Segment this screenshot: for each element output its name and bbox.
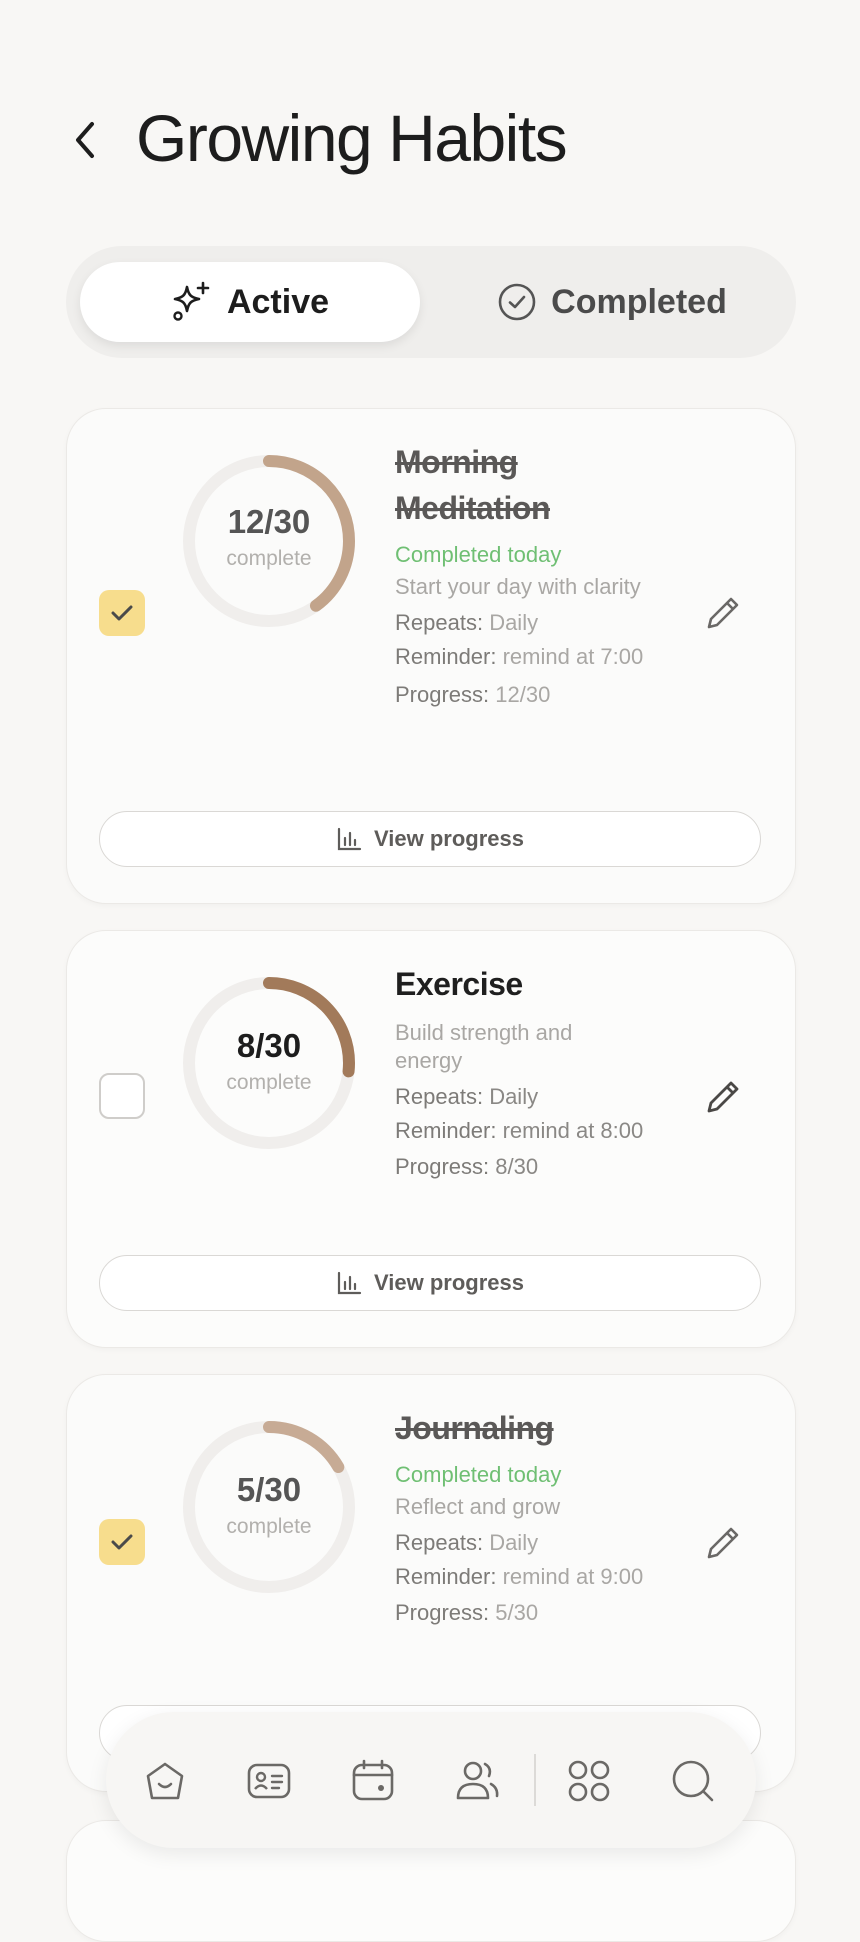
bar-chart-icon <box>337 1271 362 1295</box>
reminder-value: remind at 8:00 <box>502 1118 644 1143</box>
reminder-row: Reminder: remind at 9:00 <box>395 1563 645 1591</box>
completed-status: Completed today <box>395 542 562 567</box>
repeats-label: Repeats: <box>395 610 484 635</box>
progress-value: 12/30 <box>227 503 311 540</box>
nav-people[interactable] <box>452 1756 502 1806</box>
habit-card: 12/30 complete Morning Meditation Comple… <box>66 408 796 904</box>
habit-description: Build strength and energy <box>395 1020 573 1073</box>
tab-active-label: Active <box>226 282 330 321</box>
nav-calendar[interactable] <box>348 1756 398 1806</box>
reminder-value: remind at 7:00 <box>502 644 644 669</box>
repeats-row: Repeats: Daily <box>395 1529 645 1557</box>
calendar-icon <box>352 1759 394 1801</box>
check-icon <box>111 605 133 621</box>
sparkles-icon <box>173 281 210 321</box>
habit-title: Morning Meditation <box>395 444 550 526</box>
apps-icon <box>568 1760 610 1802</box>
completed-status: Completed today <box>395 1462 562 1487</box>
nav-home[interactable] <box>140 1756 190 1806</box>
habit-description: Start your day with clarity <box>395 574 641 599</box>
view-progress-button[interactable]: View progress <box>99 811 761 867</box>
chevron-left-icon <box>76 122 94 158</box>
repeats-value: Daily <box>489 610 539 635</box>
repeats-value: Daily <box>489 1530 539 1555</box>
back-button[interactable] <box>66 118 106 162</box>
progress-caption: complete <box>226 1515 312 1538</box>
progress-caption: complete <box>226 1071 312 1094</box>
progress-text: 8/30 <box>495 1154 539 1179</box>
habit-checkbox[interactable] <box>99 590 145 636</box>
reminder-value: remind at 9:00 <box>502 1564 644 1589</box>
progress-label: Progress: <box>395 682 490 707</box>
nav-search[interactable] <box>668 1756 718 1806</box>
edit-button[interactable] <box>701 1521 745 1565</box>
progress-label: Progress: <box>395 1154 490 1179</box>
habit-card: 8/30 complete Exercise Build strength an… <box>66 930 796 1348</box>
reminder-row: Reminder: remind at 8:00 <box>395 1117 645 1145</box>
tab-active[interactable]: Active <box>80 262 420 342</box>
repeats-value: Daily <box>489 1084 539 1109</box>
progress-text: 12/30 <box>495 682 551 707</box>
repeats-row: Repeats: Daily <box>395 609 645 637</box>
habit-checkbox[interactable] <box>99 1519 145 1565</box>
search-icon <box>672 1760 714 1802</box>
repeats-row: Repeats: Daily <box>395 1083 645 1111</box>
view-progress-label: View progress <box>374 826 524 851</box>
tab-completed[interactable]: Completed <box>442 262 782 342</box>
bar-chart-icon <box>337 827 362 851</box>
view-progress-label: View progress <box>374 1270 524 1295</box>
edit-button[interactable] <box>701 591 745 635</box>
reminder-label: Reminder: <box>395 1118 497 1143</box>
progress-text: 5/30 <box>495 1600 539 1625</box>
people-icon <box>456 1761 499 1800</box>
tab-completed-label: Completed <box>551 282 727 321</box>
page-title: Growing Habits <box>136 101 568 175</box>
reminder-label: Reminder: <box>395 644 497 669</box>
pencil-icon <box>707 597 739 629</box>
repeats-label: Repeats: <box>395 1084 484 1109</box>
reminder-label: Reminder: <box>395 1564 497 1589</box>
edit-button[interactable] <box>701 1075 745 1119</box>
progress-caption: complete <box>226 547 312 570</box>
pencil-icon <box>707 1527 739 1559</box>
progress-row: Progress: 8/30 <box>395 1153 645 1181</box>
check-circle-icon <box>498 283 536 321</box>
check-icon <box>111 1534 133 1550</box>
habit-checkbox[interactable] <box>99 1073 145 1119</box>
nav-apps[interactable] <box>564 1756 614 1806</box>
habit-filter-tabs: Active Completed <box>66 246 796 358</box>
progress-value: 5/30 <box>236 1471 302 1508</box>
habit-title: Journaling <box>395 1410 554 1446</box>
nav-profile[interactable] <box>244 1756 294 1806</box>
progress-ring <box>183 455 355 627</box>
bottom-nav <box>106 1712 756 1848</box>
pencil-icon <box>707 1081 739 1113</box>
nav-divider <box>534 1754 536 1806</box>
view-progress-button[interactable]: View progress <box>99 1255 761 1311</box>
progress-value: 8/30 <box>236 1027 302 1064</box>
progress-row: Progress: 5/30 <box>395 1599 645 1627</box>
habit-title: Exercise <box>395 966 523 1002</box>
repeats-label: Repeats: <box>395 1530 484 1555</box>
progress-label: Progress: <box>395 1600 490 1625</box>
reminder-row: Reminder: remind at 7:00 <box>395 643 645 671</box>
habit-description: Reflect and grow <box>395 1494 561 1519</box>
profile-card-icon <box>247 1763 291 1799</box>
home-icon <box>146 1762 184 1800</box>
progress-row: Progress: 12/30 <box>395 681 645 709</box>
